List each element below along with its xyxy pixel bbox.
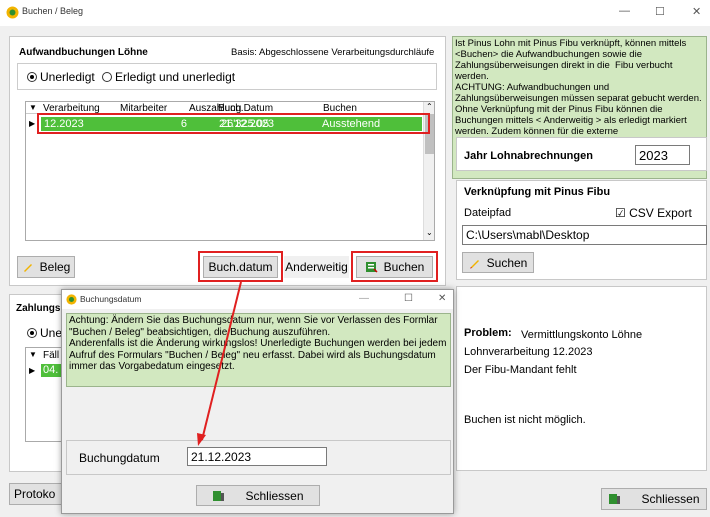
beleg-label: Beleg bbox=[39, 260, 71, 274]
app-logo-icon bbox=[66, 294, 77, 305]
minimize-icon[interactable]: — bbox=[619, 5, 630, 17]
radio-unerledigt-label: Unerledigt bbox=[40, 70, 95, 84]
title-bar: Buchen / Beleg — ☐ ✕ bbox=[0, 0, 710, 26]
buchungdatum-input[interactable]: 21.12.2023 bbox=[187, 447, 327, 466]
status-text: Buchen ist nicht möglich. bbox=[464, 414, 586, 426]
dialog-schliessen-label: Schliessen bbox=[245, 488, 304, 503]
close-icon[interactable]: ✕ bbox=[438, 293, 446, 304]
dateipfad-input[interactable]: C:\Users\mabl\Desktop bbox=[462, 225, 707, 245]
zahlungs-row-value: 04. bbox=[43, 364, 59, 376]
buchungdatum-label: Buchungdatum bbox=[79, 451, 160, 465]
problem-line-2: Der Fibu-Mandant fehlt bbox=[464, 364, 577, 376]
jahr-input[interactable]: 2023 bbox=[635, 145, 690, 165]
pencil-icon bbox=[469, 259, 479, 268]
protokoll-button[interactable]: Protoko bbox=[9, 483, 69, 505]
csv-export-checkbox[interactable]: ☑ CSV Export bbox=[615, 206, 692, 220]
anderweitig-label: Anderweitig bbox=[285, 260, 348, 274]
radio-unerledigt[interactable]: Unerledigt bbox=[27, 70, 95, 84]
pencil-icon bbox=[23, 264, 32, 272]
buchdatum-highlight bbox=[198, 251, 283, 282]
radio-erledigt-label: Erledigt und unerledigt bbox=[115, 70, 236, 84]
anderweitig-button[interactable]: Anderweitig bbox=[284, 256, 349, 278]
zahlungs-radio[interactable]: Une bbox=[27, 326, 62, 340]
app-logo-icon bbox=[6, 6, 19, 19]
row-highlight bbox=[37, 113, 430, 134]
buchen-highlight bbox=[351, 251, 438, 282]
jahr-label: Jahr Lohnabrechnungen bbox=[464, 150, 593, 162]
buchungsdatum-dialog: Buchungsdatum — ☐ ✕ Achtung: Ändern Sie … bbox=[61, 289, 454, 514]
suchen-button[interactable]: Suchen bbox=[462, 252, 534, 273]
ledger-icon bbox=[213, 490, 225, 501]
sort-down-icon[interactable]: ▼ bbox=[29, 350, 37, 359]
maximize-icon[interactable]: ☐ bbox=[404, 293, 413, 304]
close-icon[interactable]: ✕ bbox=[692, 5, 701, 18]
checkbox-checked-icon: ☑ bbox=[615, 206, 626, 220]
problem-label: Problem: bbox=[464, 327, 512, 339]
sort-down-icon[interactable]: ▼ bbox=[29, 103, 37, 112]
row-pointer-icon: ▶ bbox=[29, 119, 36, 128]
radio-erledigt[interactable]: Erledigt und unerledigt bbox=[102, 70, 235, 84]
aufwand-title: Aufwandbuchungen Löhne bbox=[19, 47, 148, 58]
problem-box bbox=[456, 286, 707, 471]
zahlungs-title: Zahlungs bbox=[16, 303, 61, 314]
dialog-schliessen-button[interactable]: Schliessen bbox=[196, 485, 320, 506]
dateipfad-label: Dateipfad bbox=[464, 207, 512, 219]
scroll-down-icon[interactable]: ⌄ bbox=[426, 228, 433, 237]
zahlungs-radio-label: Une bbox=[40, 326, 63, 340]
problem-value: Vermittlungskonto Löhne bbox=[521, 329, 643, 341]
protokoll-label: Protoko bbox=[14, 487, 56, 501]
basis-label: Basis: Abgeschlossene Verarbeitungsdurch… bbox=[231, 47, 435, 58]
dialog-title: Buchungsdatum bbox=[80, 294, 142, 304]
schliessen-button[interactable]: Schliessen bbox=[601, 488, 707, 510]
verknuepfung-title: Verknüpfung mit Pinus Fibu bbox=[464, 186, 611, 198]
dialog-titlebar: Buchungsdatum — ☐ ✕ bbox=[62, 290, 453, 309]
minimize-icon[interactable]: — bbox=[359, 293, 369, 304]
csv-label: CSV Export bbox=[629, 206, 692, 220]
problem-line-1: Lohnverarbeitung 12.2023 bbox=[464, 346, 593, 358]
suchen-label: Suchen bbox=[486, 255, 528, 270]
window-title: Buchen / Beleg bbox=[22, 6, 84, 16]
ledger-icon bbox=[609, 494, 621, 504]
dialog-note: Achtung: Ändern Sie das Buchungsdatum nu… bbox=[66, 313, 451, 387]
zahlungs-col[interactable]: Fäll bbox=[43, 350, 59, 361]
beleg-button[interactable]: Beleg bbox=[17, 256, 75, 278]
row-pointer-icon: ▶ bbox=[29, 366, 36, 375]
schliessen-label: Schliessen bbox=[641, 492, 700, 506]
maximize-icon[interactable]: ☐ bbox=[655, 5, 665, 18]
scroll-up-icon[interactable]: ⌃ bbox=[426, 102, 433, 111]
